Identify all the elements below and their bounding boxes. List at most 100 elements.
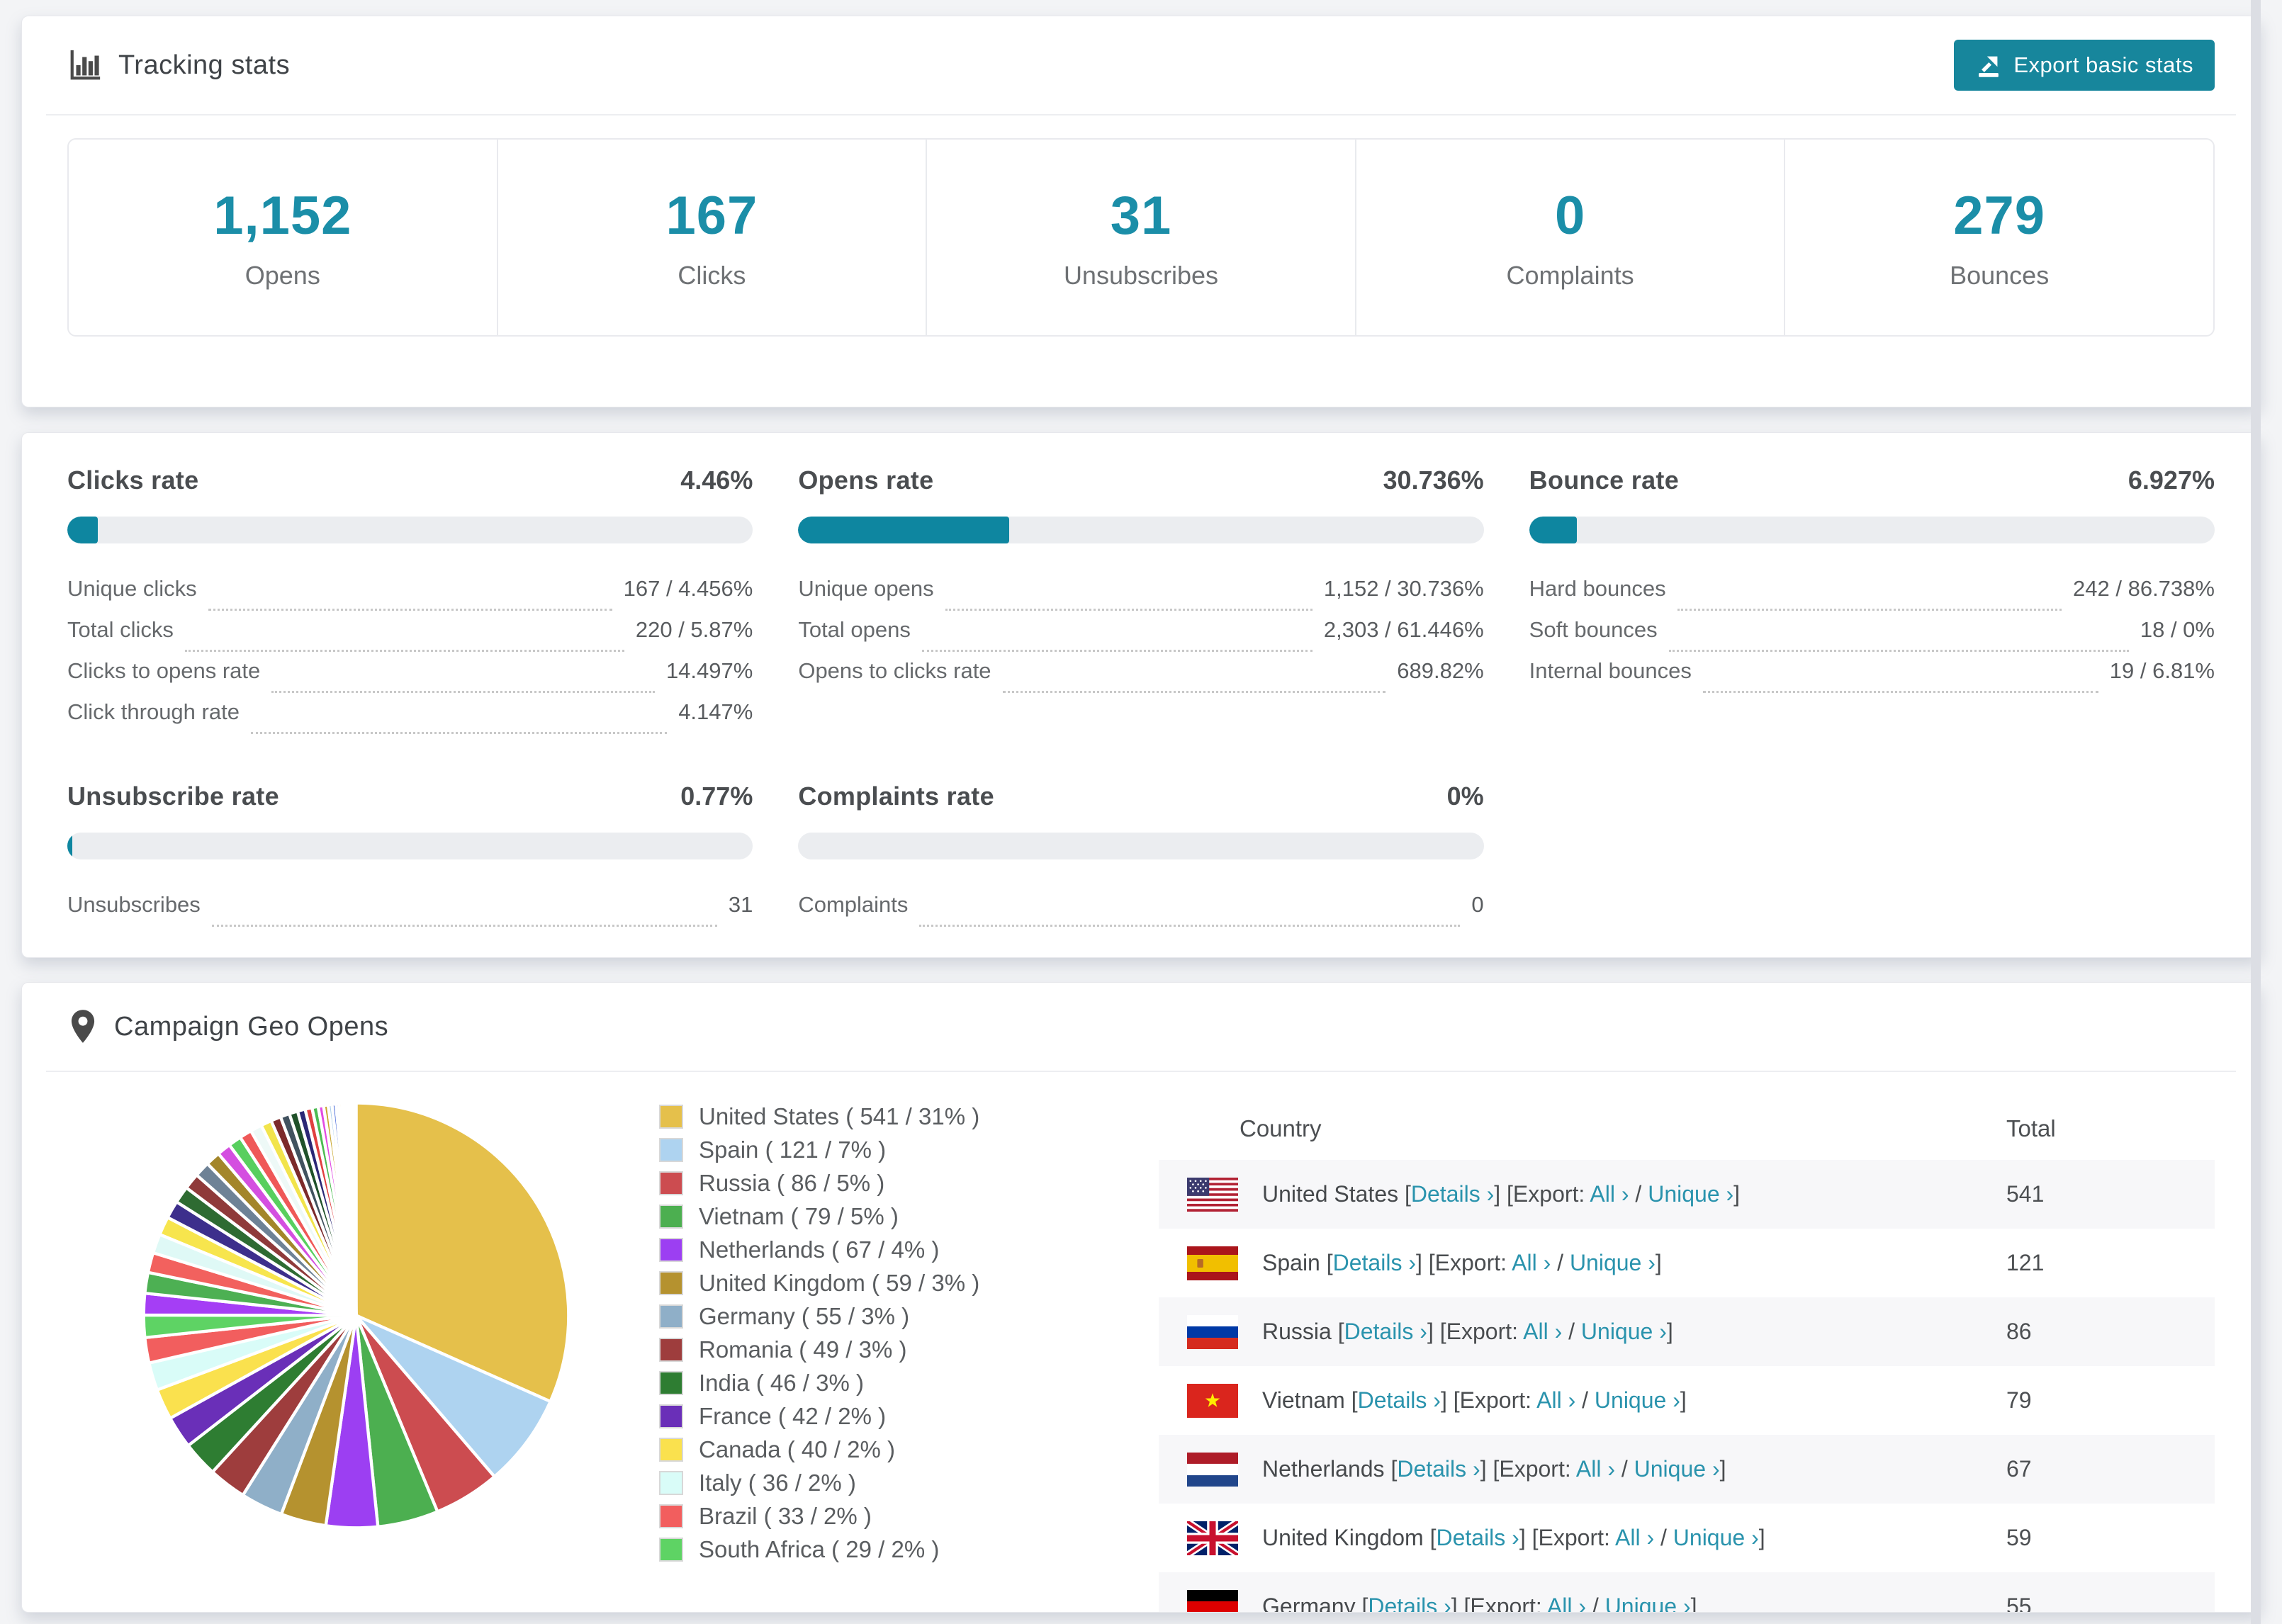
export-all-link[interactable]: All › — [1523, 1319, 1562, 1344]
flag-spain-icon — [1187, 1246, 1238, 1280]
export-all-link[interactable]: All › — [1512, 1250, 1551, 1275]
country-name: Germany — [1262, 1594, 1356, 1613]
rate-percent: 0.77% — [680, 782, 753, 811]
rate-title: Clicks rate — [67, 466, 199, 495]
progress-bar — [798, 833, 1484, 859]
stat-unsubscribes: 31 Unsubscribes — [926, 140, 1355, 335]
country-name: Spain — [1262, 1250, 1320, 1275]
export-basic-stats-button[interactable]: Export basic stats — [1954, 40, 2215, 91]
page-title: Tracking stats — [118, 50, 291, 80]
campaign-geo-opens-card: Campaign Geo Opens United States ( 541 /… — [21, 982, 2261, 1613]
table-row: Russia [Details ›] [Export: All › / Uniq… — [1159, 1297, 2215, 1366]
export-unique-link[interactable]: Unique › — [1673, 1525, 1759, 1550]
stat-label: Unsubscribes — [1063, 260, 1219, 290]
detail-row: Unique clicks 167 / 4.456% — [67, 576, 753, 617]
total-value: 86 — [2006, 1319, 2032, 1344]
legend-swatch — [659, 1238, 683, 1262]
geo-header: Campaign Geo Opens — [46, 983, 2236, 1072]
rate-title: Complaints rate — [798, 782, 994, 811]
details-link[interactable]: Details › — [1344, 1319, 1427, 1344]
progress-fill — [67, 833, 73, 859]
tracking-stats-card: Tracking stats Export basic stats 1,152 … — [21, 16, 2261, 407]
page-scrollbar[interactable] — [2251, 0, 2261, 1624]
details-link[interactable]: Details › — [1368, 1594, 1451, 1612]
detail-row: Unsubscribes 31 — [67, 892, 753, 933]
total-value: 79 — [2006, 1387, 2032, 1413]
stats-summary-strip: 1,152 Opens 167 Clicks 31 Unsubscribes 0… — [67, 138, 2215, 337]
detail-row: Internal bounces 19 / 6.81% — [1529, 658, 2215, 699]
export-unique-link[interactable]: Unique › — [1581, 1319, 1667, 1344]
table-row: Netherlands [Details ›] [Export: All › /… — [1159, 1435, 2215, 1504]
details-link[interactable]: Details › — [1436, 1525, 1519, 1550]
export-unique-link[interactable]: Unique › — [1570, 1250, 1656, 1275]
table-row: Germany [Details ›] [Export: All › / Uni… — [1159, 1572, 2215, 1613]
stat-complaints: 0 Complaints — [1354, 140, 1784, 335]
legend-item: Romania ( 49 / 3% ) — [659, 1336, 979, 1363]
export-unique-link[interactable]: Unique › — [1595, 1387, 1680, 1413]
legend-swatch — [659, 1538, 683, 1562]
export-all-link[interactable]: All › — [1615, 1525, 1654, 1550]
rate-title: Unsubscribe rate — [67, 782, 279, 811]
legend-swatch — [659, 1404, 683, 1428]
legend-item: Spain ( 121 / 7% ) — [659, 1137, 979, 1163]
export-all-link[interactable]: All › — [1547, 1594, 1586, 1612]
stat-label: Opens — [244, 260, 320, 290]
stat-label: Bounces — [1950, 260, 2050, 290]
legend-swatch — [659, 1371, 683, 1395]
details-link[interactable]: Details › — [1333, 1250, 1416, 1275]
detail-row: Click through rate 4.147% — [67, 699, 753, 740]
details-link[interactable]: Details › — [1397, 1456, 1480, 1482]
legend-swatch — [659, 1438, 683, 1462]
rates-card: Clicks rate 4.46% Unique clicks 167 / 4.4… — [21, 432, 2261, 958]
export-all-link[interactable]: All › — [1536, 1387, 1575, 1413]
pie-legend: United States ( 541 / 31% ) Spain ( 121 … — [659, 1098, 979, 1569]
flag-united-kingdom-icon — [1187, 1521, 1238, 1555]
rate-percent: 30.736% — [1383, 466, 1484, 495]
progress-fill — [798, 517, 1009, 543]
country-name: Russia — [1262, 1319, 1332, 1344]
stat-label: Clicks — [678, 260, 746, 290]
total-value: 55 — [2006, 1594, 2032, 1613]
detail-row: Unique opens 1,152 / 30.736% — [798, 576, 1484, 617]
legend-item: France ( 42 / 2% ) — [659, 1403, 979, 1430]
stat-clicks: 167 Clicks — [496, 140, 926, 335]
legend-item: Italy ( 36 / 2% ) — [659, 1470, 979, 1496]
detail-row: Total clicks 220 / 5.87% — [67, 617, 753, 658]
table-row: Spain [Details ›] [Export: All › / Uniqu… — [1159, 1229, 2215, 1297]
total-value: 541 — [2006, 1181, 2045, 1207]
rate-percent: 6.927% — [2128, 466, 2215, 495]
export-all-link[interactable]: All › — [1576, 1456, 1615, 1482]
legend-item: Netherlands ( 67 / 4% ) — [659, 1236, 979, 1263]
legend-item: Russia ( 86 / 5% ) — [659, 1170, 979, 1197]
legend-swatch — [659, 1471, 683, 1495]
rate-percent: 0% — [1446, 782, 1484, 811]
detail-row: Soft bounces 18 / 0% — [1529, 617, 2215, 658]
table-row: United Kingdom [Details ›] [Export: All … — [1159, 1504, 2215, 1572]
legend-swatch — [659, 1171, 683, 1195]
legend-swatch — [659, 1338, 683, 1362]
complaints-rate-block: Complaints rate 0% Complaints 0 — [798, 782, 1484, 933]
bounce-rate-block: Bounce rate 6.927% Hard bounces 242 / 86.… — [1529, 466, 2215, 740]
total-value: 121 — [2006, 1250, 2045, 1275]
progress-fill — [1529, 517, 1577, 543]
table-row: Vietnam [Details ›] [Export: All › / Uni… — [1159, 1366, 2215, 1435]
total-value: 59 — [2006, 1525, 2032, 1550]
details-link[interactable]: Details › — [1358, 1387, 1441, 1413]
flag-germany-icon — [1187, 1589, 1238, 1612]
export-unique-link[interactable]: Unique › — [1648, 1181, 1733, 1207]
export-unique-link[interactable]: Unique › — [1634, 1456, 1720, 1482]
unsubscribe-rate-block: Unsubscribe rate 0.77% Unsubscribes 31 — [67, 782, 753, 933]
opens-rate-block: Opens rate 30.736% Unique opens 1,152 / 3… — [798, 466, 1484, 740]
details-link[interactable]: Details › — [1411, 1181, 1494, 1207]
export-unique-link[interactable]: Unique › — [1605, 1594, 1691, 1612]
progress-bar — [67, 833, 753, 859]
flag-united-states-icon — [1187, 1177, 1238, 1212]
detail-row: Hard bounces 242 / 86.738% — [1529, 576, 2215, 617]
legend-item: Vietnam ( 79 / 5% ) — [659, 1203, 979, 1230]
export-all-link[interactable]: All › — [1590, 1181, 1629, 1207]
progress-bar — [798, 517, 1484, 543]
country-name: United Kingdom — [1262, 1525, 1424, 1550]
flag-russia-icon — [1187, 1314, 1238, 1349]
progress-bar — [67, 517, 753, 543]
tracking-stats-header: Tracking stats Export basic stats — [46, 16, 2236, 115]
